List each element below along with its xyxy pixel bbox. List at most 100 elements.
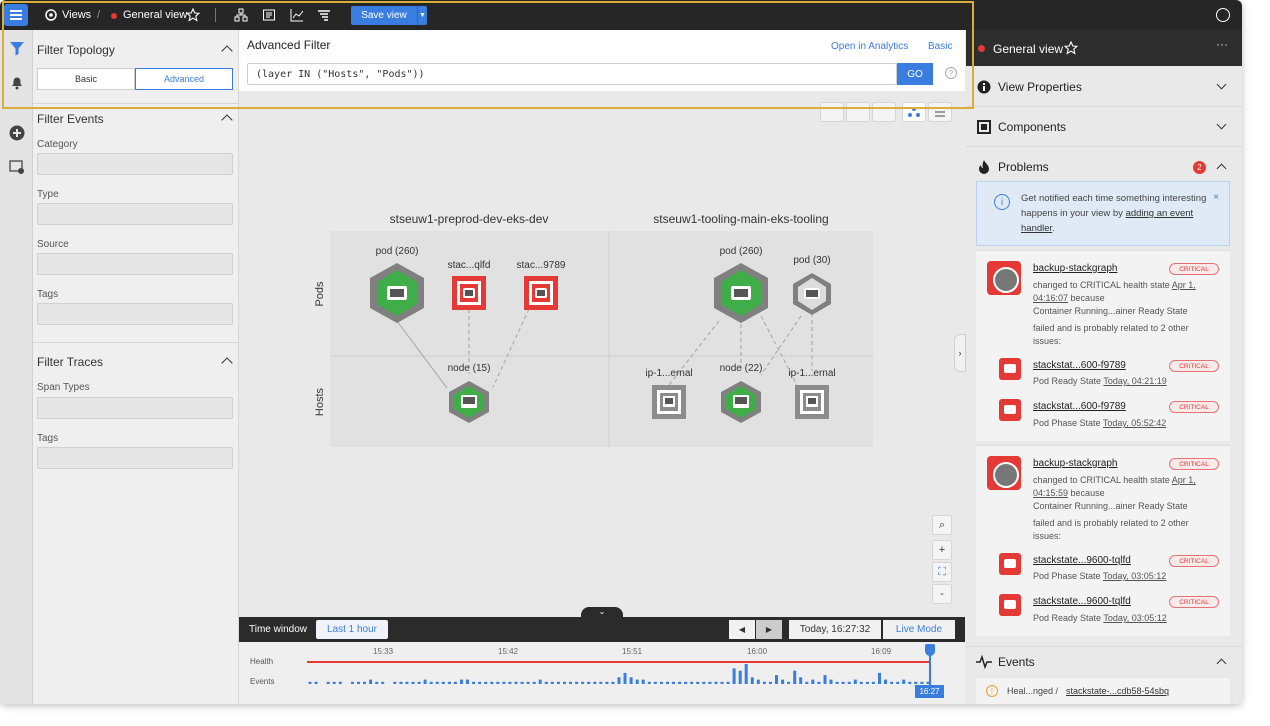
time-cursor-handle[interactable] [925, 644, 935, 656]
advanced-mode-button[interactable]: Advanced [135, 68, 233, 90]
event-bar [708, 681, 712, 684]
event-bar [884, 679, 887, 684]
category-field[interactable] [37, 153, 233, 175]
event-bar [835, 681, 839, 684]
current-time-display[interactable]: Today, 16:27:32 [789, 620, 881, 639]
event-bar [920, 681, 924, 684]
zoom-out-button[interactable]: - [932, 584, 952, 604]
chevron-down-icon[interactable] [1216, 79, 1227, 90]
event-bar [732, 668, 736, 684]
span-types-field[interactable] [37, 397, 233, 419]
view-settings-icon[interactable] [9, 159, 25, 175]
problems-title[interactable]: Problems [998, 160, 1049, 174]
related-problem-name[interactable]: stackstate...9600-tqlfd [1033, 555, 1131, 566]
source-field[interactable] [37, 253, 233, 275]
problem-title[interactable]: backup-stackgraph [1033, 458, 1118, 469]
user-avatar-icon[interactable] [1216, 8, 1230, 22]
more-options-icon[interactable]: ··· [1216, 37, 1228, 51]
pod-node[interactable] [524, 276, 558, 310]
chevron-up-icon[interactable] [221, 114, 233, 126]
related-time-link[interactable]: Today, 03:05:12 [1103, 571, 1166, 581]
chevron-up-icon[interactable] [1216, 658, 1227, 669]
node-label: stac...9789 [517, 260, 566, 271]
add-circle-icon[interactable] [9, 125, 25, 141]
event-bar [871, 681, 875, 684]
traces-view-icon[interactable] [317, 8, 331, 22]
related-time-link[interactable]: Today, 05:52:42 [1103, 418, 1166, 428]
view-status-dot [111, 13, 117, 19]
event-bar [666, 681, 669, 684]
event-bar [878, 672, 881, 684]
fit-to-screen-icon[interactable]: ⛶ [932, 562, 952, 582]
chevron-down-icon[interactable] [1216, 119, 1227, 130]
timeline[interactable]: Health Events 15:33 15:42 15:51 16:00 16… [239, 642, 965, 704]
node-label: stac...qlfd [448, 260, 491, 271]
pod-icon [999, 594, 1021, 616]
chevron-up-icon[interactable] [1216, 163, 1227, 174]
related-problem-name[interactable]: stackstat...600-f9789 [1033, 360, 1126, 371]
save-view-dropdown-icon[interactable]: ▼ [417, 6, 427, 25]
problem-card[interactable]: backup-stackgraph CRITICAL changed to CR… [976, 445, 1230, 636]
views-link[interactable]: Views [62, 9, 91, 21]
tags-field[interactable] [37, 303, 233, 325]
view-name[interactable]: General view [123, 9, 187, 21]
event-bar [714, 681, 718, 684]
event-histogram [308, 664, 930, 684]
star-icon[interactable] [1064, 41, 1078, 55]
basic-mode-button[interactable]: Basic [37, 68, 135, 90]
event-bar [338, 681, 342, 684]
event-bar [678, 681, 682, 684]
related-time-link[interactable]: Today, 03:05:12 [1103, 613, 1166, 623]
basic-link[interactable]: Basic [928, 41, 952, 52]
host-node[interactable] [795, 385, 829, 419]
collapse-right-panel-icon[interactable]: › [954, 334, 966, 372]
chevron-up-icon[interactable] [221, 45, 233, 57]
event-bar [799, 677, 803, 684]
save-view-button[interactable]: Save view ▼ [351, 6, 427, 25]
docker-component-icon [987, 261, 1021, 295]
star-icon[interactable] [186, 8, 200, 22]
event-link[interactable]: stackstate-...cdb58-54sbq [1066, 686, 1169, 696]
bell-icon[interactable] [9, 74, 25, 90]
views-icon[interactable] [44, 8, 58, 22]
related-problem-name[interactable]: stackstat...600-f9789 [1033, 401, 1126, 412]
go-button[interactable]: GO [897, 63, 933, 85]
next-time-button[interactable]: ▶ [756, 620, 782, 639]
chevron-up-icon[interactable] [221, 357, 233, 369]
related-time-link[interactable]: Today, 04:21:19 [1103, 376, 1166, 386]
event-bar [738, 670, 742, 684]
type-label: Type [37, 189, 59, 200]
events-view-icon[interactable] [262, 8, 276, 22]
source-label: Source [37, 239, 69, 250]
event-bar [581, 681, 585, 684]
hamburger-menu-icon[interactable] [4, 4, 28, 26]
search-icon[interactable]: ⌕ [932, 515, 952, 535]
type-field[interactable] [37, 203, 233, 225]
topology-canvas[interactable]: stseuw1-preprod-dev-eks-dev stseuw1-tool… [239, 91, 965, 617]
problem-card[interactable]: backup-stackgraph CRITICAL changed to CR… [976, 250, 1230, 441]
event-bar [314, 681, 318, 684]
events-title[interactable]: Events [998, 655, 1035, 669]
filter-icon[interactable] [9, 40, 25, 56]
previous-time-button[interactable]: ◀ [729, 620, 755, 639]
stql-query-input[interactable]: (layer IN ("Hosts", "Pods")) [247, 63, 897, 85]
view-properties-title[interactable]: View Properties [998, 80, 1082, 94]
topology-view-icon[interactable] [234, 8, 248, 22]
event-bar [532, 681, 536, 684]
zoom-in-button[interactable]: + [932, 540, 952, 560]
close-icon[interactable]: × [1213, 190, 1219, 205]
live-mode-button[interactable]: Live Mode [883, 620, 955, 639]
help-icon[interactable]: ? [945, 67, 957, 79]
host-node[interactable] [652, 385, 686, 419]
open-in-analytics-link[interactable]: Open in Analytics [831, 41, 908, 52]
event-bar [684, 681, 688, 684]
metrics-view-icon[interactable] [290, 8, 304, 22]
time-range-selector[interactable]: Last 1 hour [316, 620, 388, 639]
problem-title[interactable]: backup-stackgraph [1033, 263, 1118, 274]
related-problem-name[interactable]: stackstate...9600-tqlfd [1033, 596, 1131, 607]
event-bar [647, 681, 651, 684]
components-title[interactable]: Components [998, 120, 1066, 134]
pod-node[interactable] [452, 276, 486, 310]
traces-tags-field[interactable] [37, 447, 233, 469]
event-item[interactable]: ! Heal...nged / stackstate-...cdb58-54sb… [976, 678, 1230, 704]
